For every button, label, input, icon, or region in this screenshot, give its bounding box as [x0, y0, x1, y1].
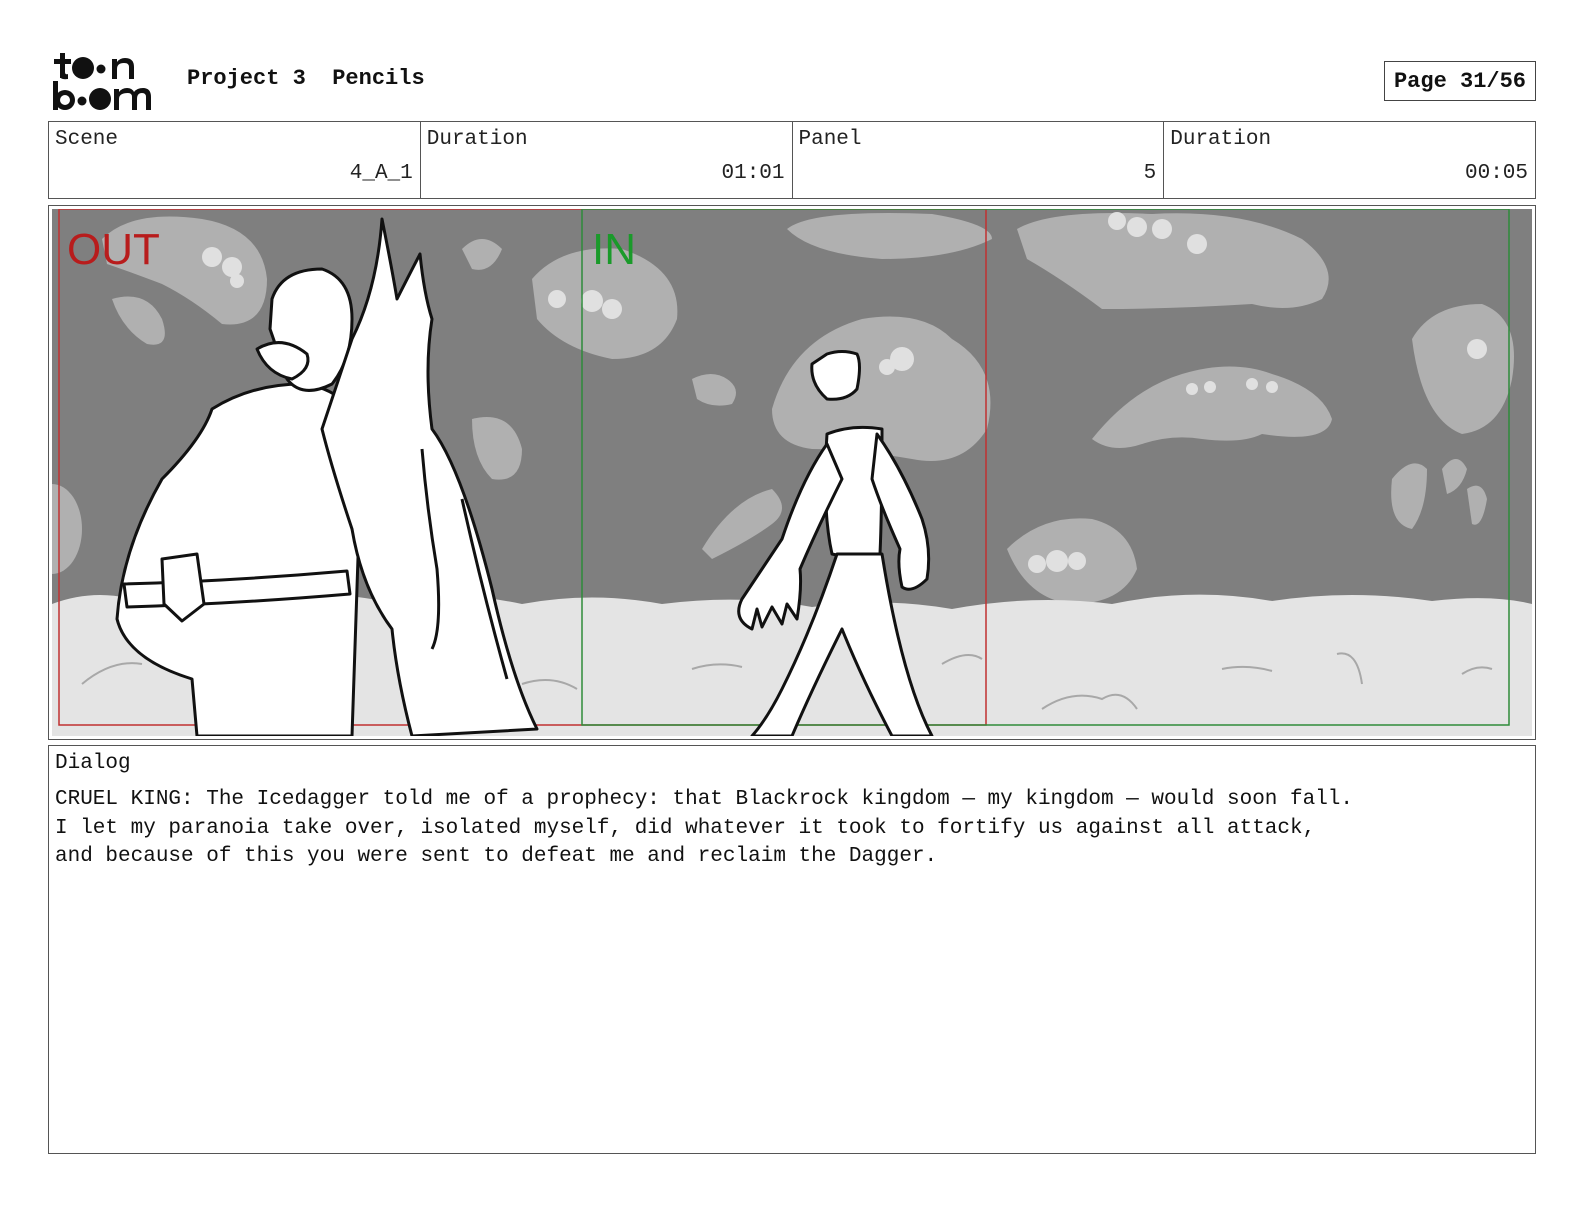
panel-label: Panel: [798, 128, 862, 151]
dialog-box: Dialog CRUEL KING: The Icedagger told me…: [48, 745, 1536, 1154]
scene-label: Scene: [55, 128, 119, 151]
dialog-text: CRUEL KING: The Icedagger told me of a p…: [55, 786, 1353, 872]
dialog-label: Dialog: [55, 752, 131, 775]
panel-duration-cell: Duration 00:05: [1164, 122, 1535, 198]
panel-value: 5: [1143, 162, 1157, 185]
panel-duration-label: Duration: [1170, 128, 1272, 151]
stage-name: Pencils: [332, 66, 425, 91]
dialog-line: CRUEL KING: The Icedagger told me of a p…: [55, 788, 1354, 811]
project-title: Project 3 Pencils: [187, 66, 425, 91]
scene-duration-cell: Duration 01:01: [421, 122, 793, 198]
toon-boom-logo: [53, 53, 151, 110]
dialog-line: I let my paranoia take over, isolated my…: [55, 816, 1316, 840]
duration-value: 01:01: [721, 162, 785, 185]
scene-cell: Scene 4_A_1: [49, 122, 421, 198]
panel-duration-value: 00:05: [1464, 162, 1528, 185]
scene-value: 4_A_1: [349, 162, 413, 185]
panel-cell: Panel 5: [793, 122, 1165, 198]
page-indicator: Page 31/56: [1384, 61, 1536, 101]
duration-label: Duration: [426, 128, 528, 151]
in-label: IN: [592, 225, 636, 274]
storyboard-panel-image: OUT IN: [52, 209, 1532, 736]
project-name: Project 3: [187, 66, 306, 91]
info-table: Scene 4_A_1 Duration 01:01 Panel 5 Durat…: [48, 121, 1536, 199]
dialog-line: and because of this you were sent to def…: [55, 845, 938, 868]
out-label: OUT: [67, 225, 160, 274]
